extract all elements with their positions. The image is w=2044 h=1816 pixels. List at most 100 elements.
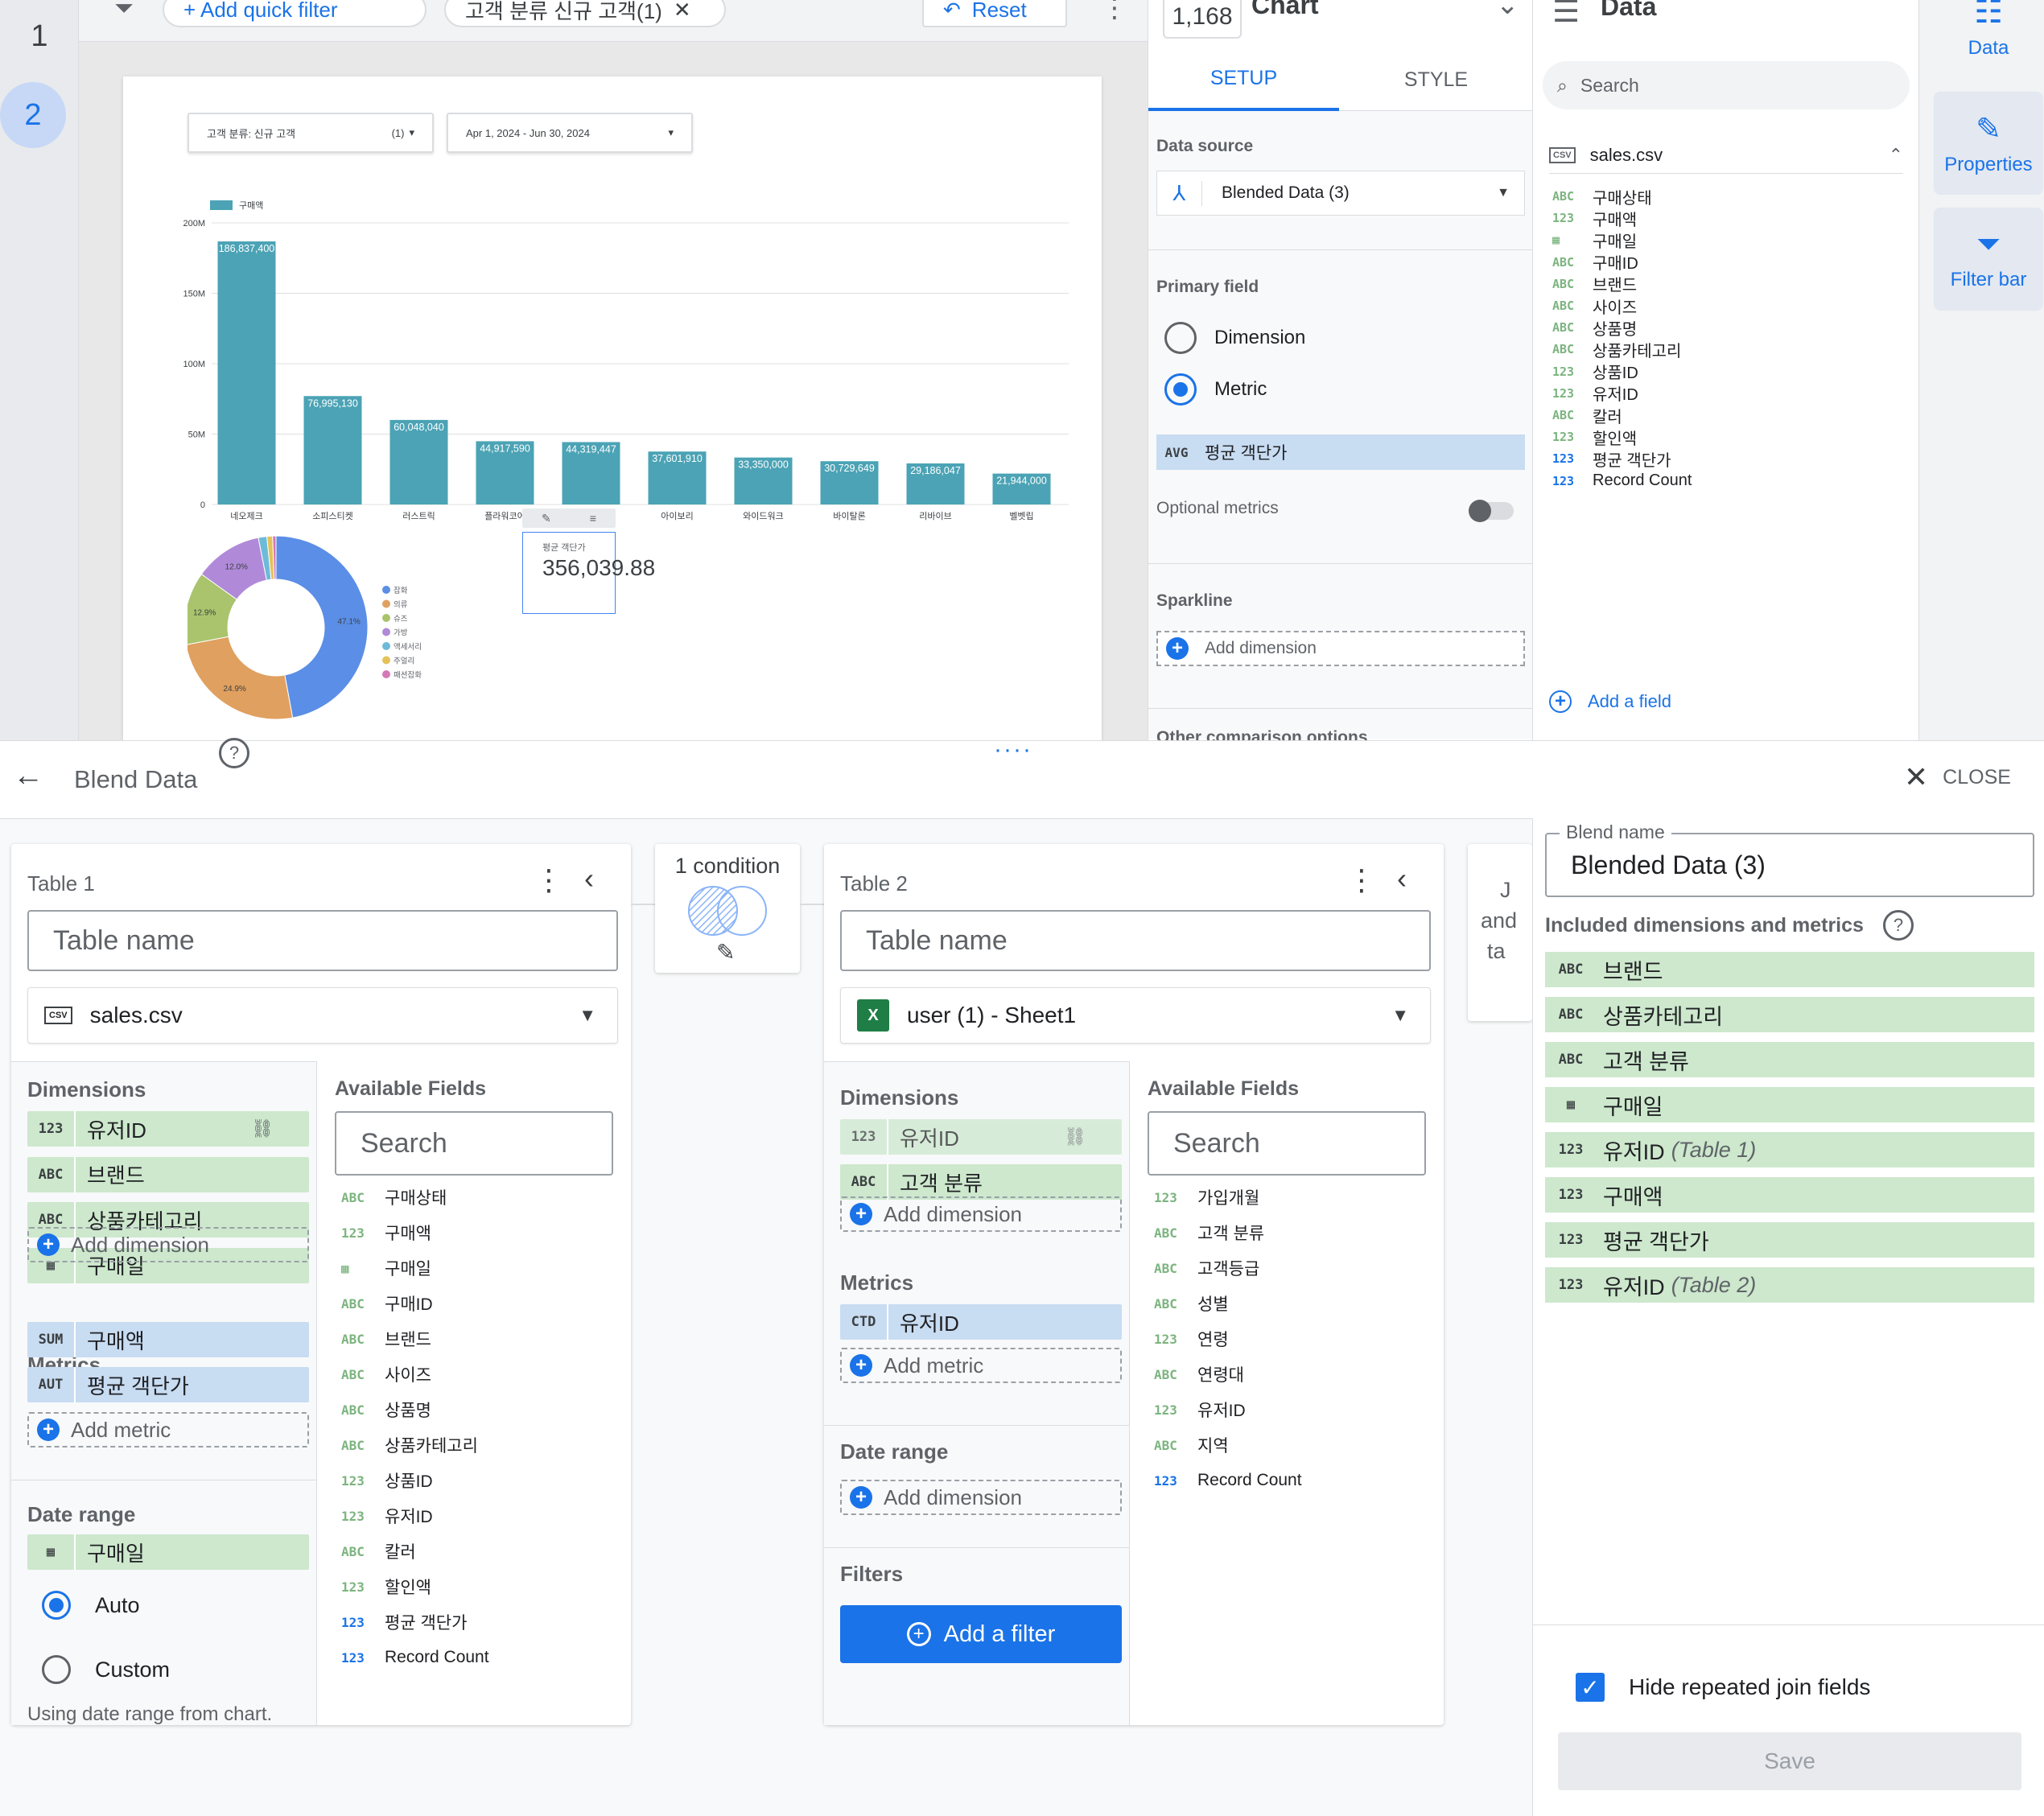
custom-radio[interactable]: Custom [42, 1655, 170, 1684]
filter-icon[interactable]: ≡ [590, 512, 596, 525]
hide-repeated-checkbox[interactable]: ✓ Hide repeated join fields [1576, 1673, 1870, 1702]
more-vert-icon[interactable]: ⋮ [1347, 863, 1376, 897]
included-field-item[interactable]: 123 구매액 [1545, 1177, 2034, 1213]
date-range-field[interactable]: ▦ 구매일 [27, 1534, 309, 1570]
available-field-item[interactable]: 123 유저ID [341, 1504, 433, 1528]
available-field-item[interactable]: 123 가입개월 [1154, 1185, 1259, 1209]
collapse-left-icon[interactable]: ‹ [1397, 862, 1407, 896]
field-type-tag[interactable]: AUT [27, 1367, 76, 1402]
included-field-item[interactable]: ABC 고객 분류 [1545, 1042, 2034, 1077]
back-arrow-icon[interactable]: ← [13, 759, 43, 793]
dimension-pill[interactable]: ABC 고객 분류 [840, 1164, 1122, 1200]
metric-pill[interactable]: SUM 구매액 [27, 1322, 309, 1357]
add-date-dimension-button[interactable]: + Add dimension [840, 1480, 1122, 1515]
available-field-item[interactable]: ABC 구매ID [341, 1291, 433, 1316]
add-field-button[interactable]: + Add a field [1549, 690, 1671, 713]
available-field-item[interactable]: 123 유저ID [1154, 1398, 1246, 1422]
filter-bar-rail-button[interactable]: ⏷ Filter bar [1934, 208, 2043, 311]
available-fields-search[interactable]: Search [335, 1111, 613, 1176]
metric-pill[interactable]: CTD 유저ID [840, 1304, 1122, 1340]
tab-setup[interactable]: SETUP [1148, 48, 1339, 111]
add-metric-button[interactable]: + Add metric [840, 1348, 1122, 1383]
page-2-tab[interactable]: 2 [0, 82, 66, 148]
available-field-item[interactable]: ABC 사이즈 [341, 1362, 431, 1386]
join-condition-card[interactable]: 1 condition ✎ [655, 844, 800, 973]
table-1-source-select[interactable]: CSV sales.csv ▼ [27, 987, 618, 1044]
page-1-tab[interactable]: 1 [6, 3, 72, 69]
available-field-item[interactable]: 123 평균 객단가 [341, 1610, 467, 1634]
more-vert-icon[interactable]: ⋮ [534, 863, 563, 897]
included-field-item[interactable]: ▦ 구매일 [1545, 1087, 2034, 1122]
filter-icon[interactable]: ⏷ [114, 0, 134, 23]
field-type-tag[interactable]: SUM [27, 1322, 76, 1357]
date-range-control[interactable]: Apr 1, 2024 - Jun 30, 2024 ▾ [447, 113, 693, 153]
data-field-item[interactable]: 123 Record Count [1552, 465, 1692, 497]
add-quick-filter-button[interactable]: + Add quick filter [163, 0, 427, 27]
table-2-source-select[interactable]: X user (1) - Sheet1 ▼ [840, 987, 1431, 1044]
data-source-select[interactable]: ⅄ Blended Data (3) ▼ [1156, 171, 1525, 216]
metric-field-pill[interactable]: AVG 평균 객단가 [1156, 434, 1525, 470]
customer-filter-control[interactable]: 고객 분류: 신규 고객 (1) ▾ [188, 113, 434, 153]
data-rail-button[interactable]: ☷ Data [1934, 0, 2043, 66]
filter-chip[interactable]: 고객 분류 신규 고객(1) ✕ [444, 0, 726, 27]
available-field-item[interactable]: 123 연령 [1154, 1327, 1229, 1351]
tab-style[interactable]: STYLE [1339, 48, 1532, 111]
add-sparkline-dimension[interactable]: + Add dimension [1156, 631, 1525, 666]
properties-rail-button[interactable]: ✎ Properties [1934, 92, 2043, 195]
available-field-item[interactable]: ABC 고객 분류 [1154, 1221, 1264, 1245]
close-button[interactable]: ✕ CLOSE [1904, 760, 2011, 794]
included-field-item[interactable]: ABC 상품카테고리 [1545, 997, 2034, 1032]
field-search-input[interactable]: ⌕ Search [1543, 61, 1910, 109]
available-field-item[interactable]: 123 구매액 [341, 1221, 431, 1245]
collapse-left-icon[interactable]: ‹ [584, 862, 594, 896]
edit-icon[interactable]: ✎ [716, 939, 735, 966]
table-1-name-input[interactable]: Table name [27, 910, 618, 971]
included-field-item[interactable]: 123 유저ID (Table 1) [1545, 1132, 2034, 1167]
available-fields-search[interactable]: Search [1148, 1111, 1426, 1176]
included-field-item[interactable]: 123 유저ID (Table 2) [1545, 1267, 2034, 1303]
auto-radio[interactable]: Auto [42, 1591, 140, 1620]
available-field-item[interactable]: ABC 상품명 [341, 1398, 431, 1422]
collapse-icon[interactable]: ⌃ [1889, 145, 1903, 166]
included-field-item[interactable]: ABC 브랜드 [1545, 952, 2034, 987]
metric-pill[interactable]: AUT 평균 객단가 [27, 1367, 309, 1402]
help-icon[interactable]: ? [219, 738, 249, 768]
dimension-pill[interactable]: 123 유저ID ⛓ [27, 1111, 309, 1147]
dimension-pill[interactable]: ABC 브랜드 [27, 1156, 309, 1192]
aggregation-tag[interactable]: AVG [1156, 445, 1197, 460]
scorecard-chart[interactable]: 평균 객단가 356,039.88 [522, 532, 655, 614]
add-dimension-button[interactable]: + Add dimension [840, 1196, 1122, 1232]
available-field-item[interactable]: 123 Record Count [341, 1645, 489, 1670]
available-field-item[interactable]: ABC 연령대 [1154, 1362, 1244, 1386]
available-field-item[interactable]: ABC 칼러 [341, 1539, 416, 1563]
available-field-item[interactable]: ABC 상품카테고리 [341, 1433, 478, 1457]
available-field-item[interactable]: ▦ 구매일 [341, 1256, 431, 1280]
table-2-name-input[interactable]: Table name [840, 910, 1431, 971]
available-field-item[interactable]: ABC 구매상태 [341, 1185, 447, 1209]
available-field-item[interactable]: ABC 지역 [1154, 1433, 1229, 1457]
help-icon[interactable]: ? [1882, 910, 1914, 941]
included-field-item[interactable]: 123 평균 객단가 [1545, 1222, 2034, 1258]
field-type-tag[interactable]: CTD [840, 1304, 888, 1340]
available-field-item[interactable]: ABC 브랜드 [341, 1327, 431, 1351]
edit-icon[interactable]: ✎ [542, 512, 551, 525]
save-button[interactable]: Save [1558, 1732, 2021, 1790]
available-field-item[interactable]: ABC 성별 [1154, 1291, 1229, 1316]
add-filter-button[interactable]: + Add a filter [840, 1605, 1122, 1663]
reset-button[interactable]: ↶ Reset [922, 0, 1067, 27]
add-dimension-button[interactable]: + Add dimension [27, 1227, 309, 1262]
dimension-radio[interactable]: Dimension [1164, 322, 1305, 354]
optional-metrics-toggle[interactable] [1469, 500, 1514, 522]
available-field-item[interactable]: ABC 고객등급 [1154, 1256, 1259, 1280]
field-type-tag[interactable]: ABC [27, 1156, 76, 1192]
available-field-item[interactable]: 123 상품ID [341, 1468, 433, 1493]
metric-radio[interactable]: Metric [1164, 373, 1267, 406]
available-field-item[interactable]: 123 할인액 [341, 1575, 431, 1599]
field-type-tag[interactable]: 123 [840, 1119, 888, 1155]
field-type-tag[interactable]: ABC [840, 1164, 888, 1200]
add-metric-button[interactable]: + Add metric [27, 1412, 309, 1447]
drag-handle-icon[interactable]: ···· [994, 736, 1032, 764]
chevron-down-icon[interactable]: ⌄ [1496, 0, 1519, 21]
dimension-pill[interactable]: 123 유저ID ⛓ [840, 1119, 1122, 1155]
more-vert-icon[interactable]: ⋮ [1101, 0, 1128, 24]
